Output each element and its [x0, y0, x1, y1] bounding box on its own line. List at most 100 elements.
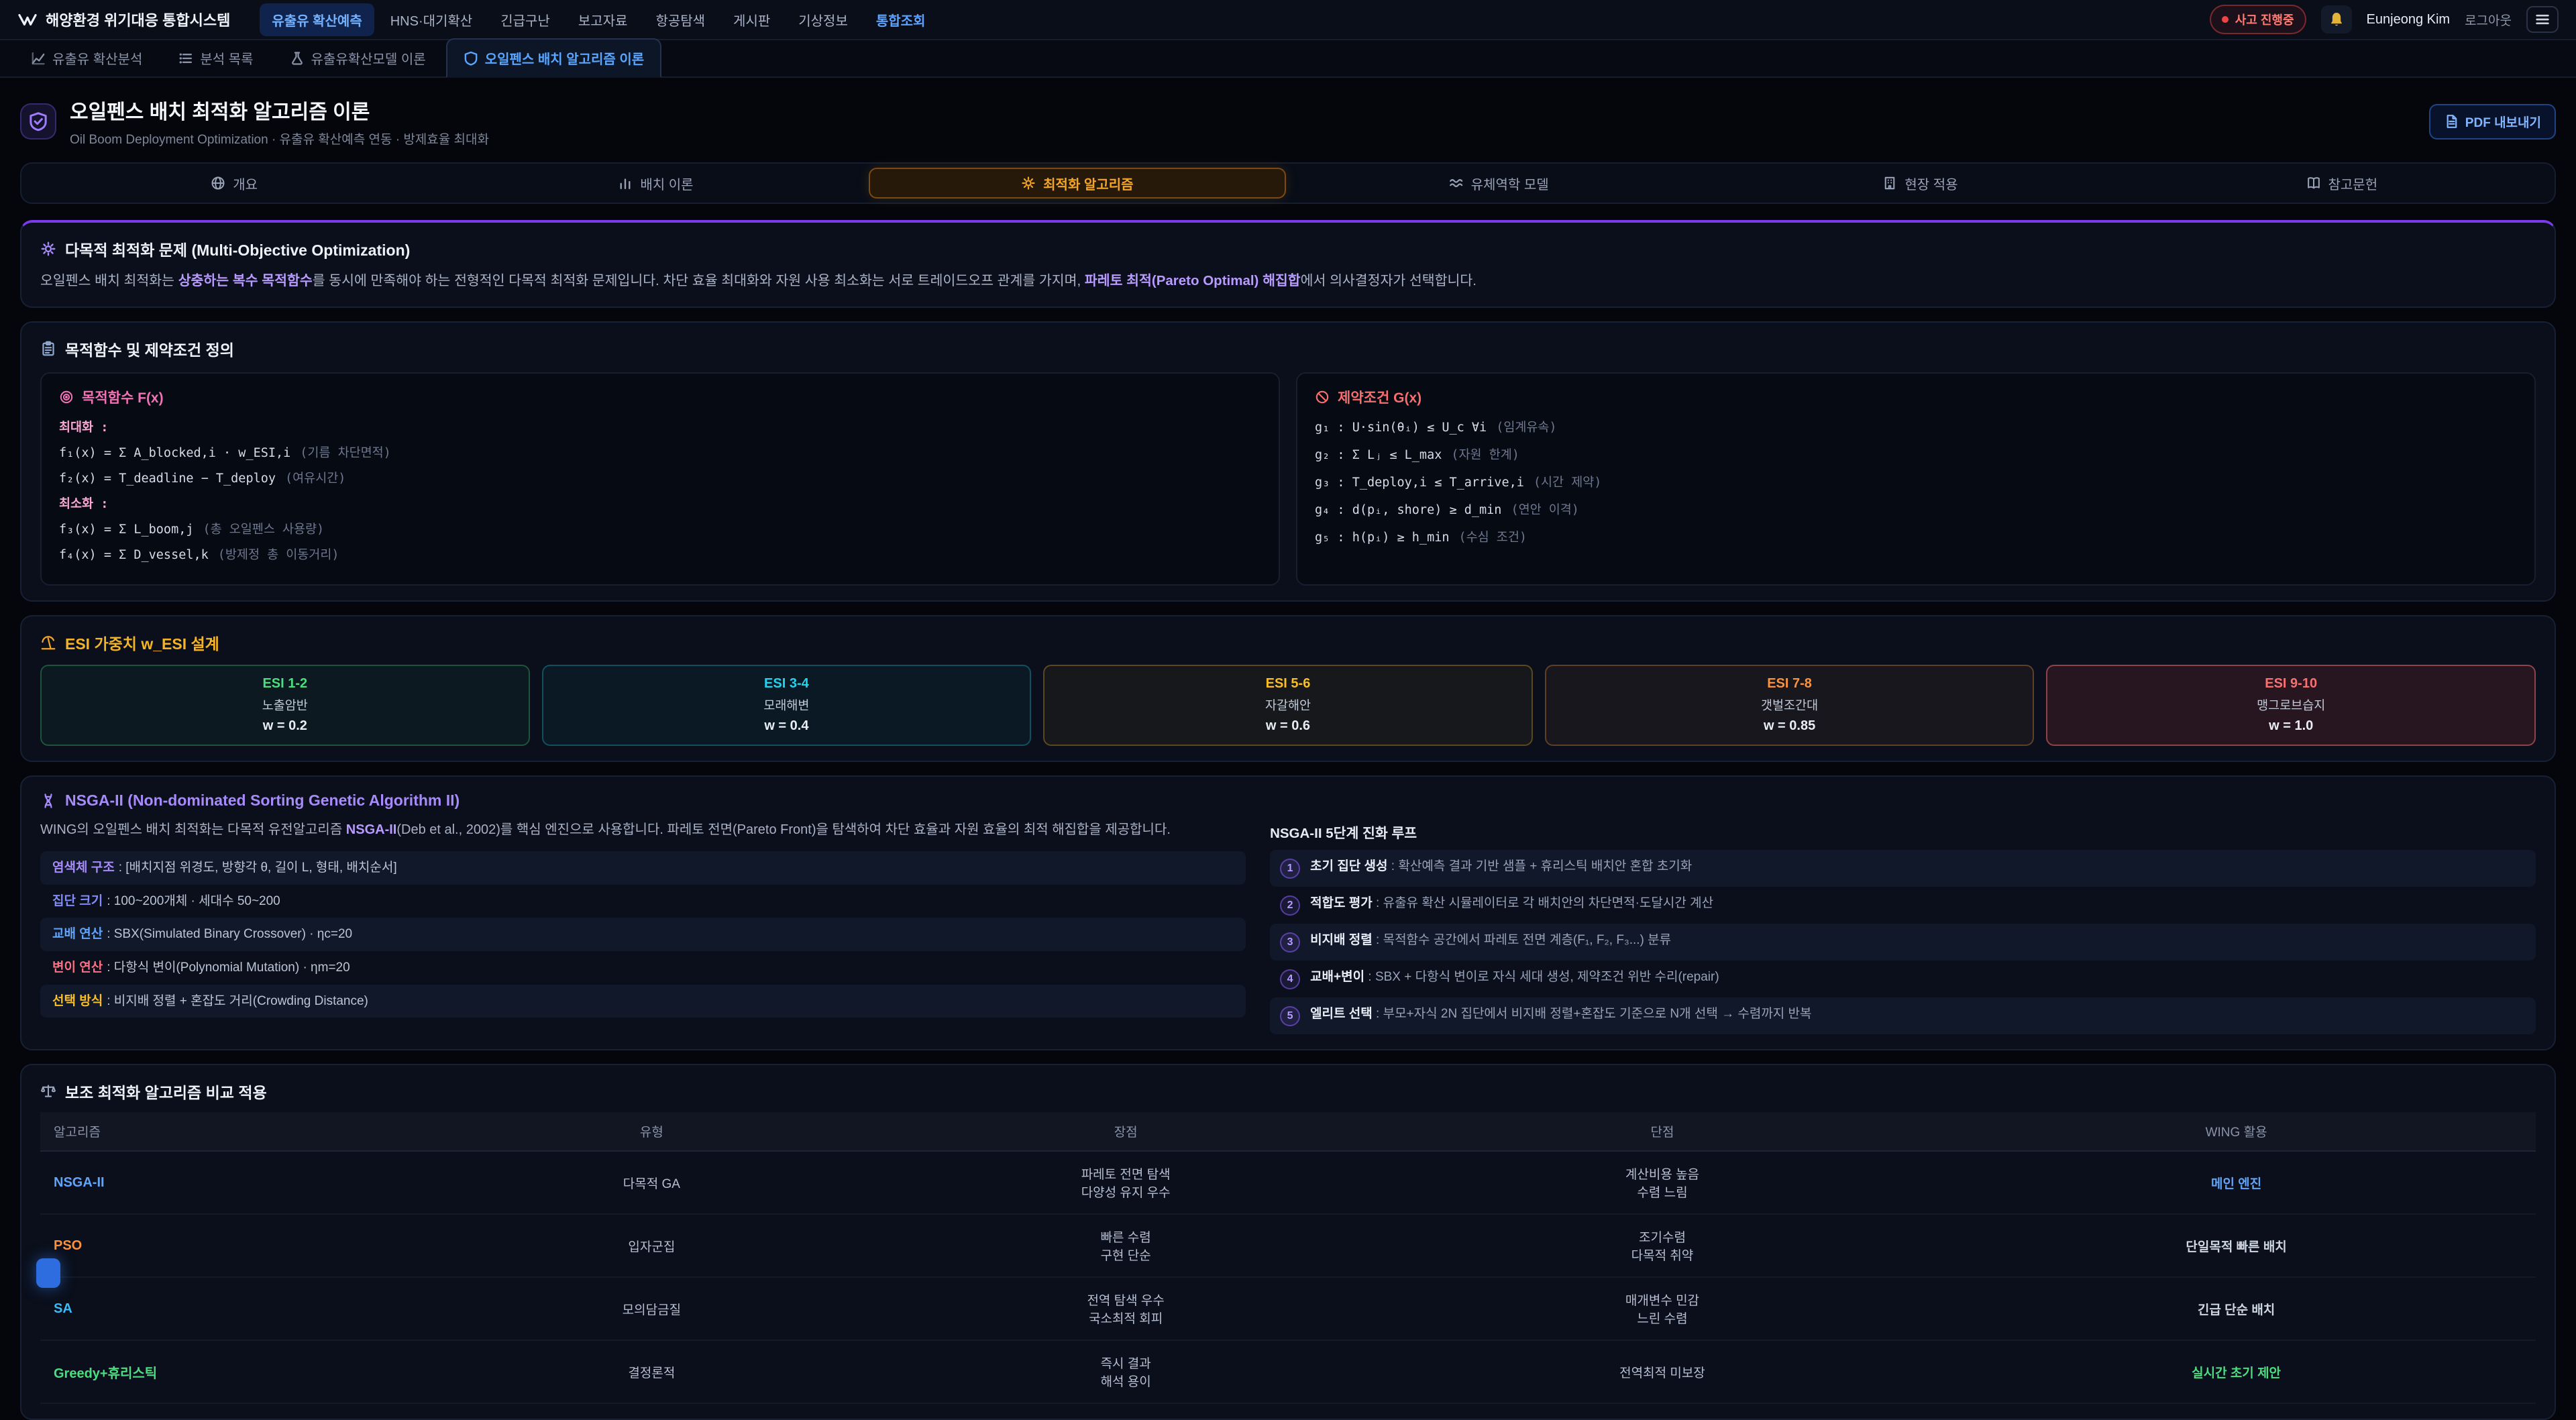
pdf-export-button[interactable]: PDF 내보내기 [2429, 104, 2556, 140]
nav-item-integrated-search[interactable]: 통합조회 [864, 3, 938, 36]
intro-paragraph: 오일펜스 배치 최적화는 상충하는 복수 목적함수를 동시에 만족해야 하는 전… [40, 270, 2536, 292]
nsga-param-row: 선택 방식 : 비지배 정렬 + 혼잡도 거리(Crowding Distanc… [40, 985, 1246, 1018]
user-name: Eunjeong Kim [2367, 12, 2451, 28]
nav-item-board[interactable]: 게시판 [721, 3, 782, 36]
formula-line: f₂(x) = T_deadline − T_deploy(여유시간) [59, 469, 1261, 486]
nav-item-aerial-search[interactable]: 항공탐색 [643, 3, 717, 36]
section-title: 목적함수 및 제약조건 정의 [65, 337, 234, 360]
tab-optimization-algorithm[interactable]: 최적화 알고리즘 [869, 168, 1286, 199]
subtab-boom-algorithm-theory[interactable]: 오일펜스 배치 알고리즘 이론 [446, 38, 661, 78]
bell-icon [2328, 11, 2345, 28]
sub-tab-bar: 유출유 확산분석 분석 목록 유출유확산모델 이론 오일펜스 배치 알고리즘 이… [0, 40, 2576, 78]
formula-line: f₃(x) = Σ L_boom,j(총 오일펜스 사용량) [59, 520, 1261, 537]
table-row[interactable]: NSGA-II 다목적 GA 파레토 전면 탐색 다양성 유지 우수 계산비용 … [40, 1151, 2536, 1214]
esi-weights-section: ESI 가중치 w_ESI 설계 ESI 1-2 노출암반 w = 0.2 ES… [20, 615, 2556, 762]
building-icon [1882, 176, 1897, 190]
section-tabs: 개요 배치 이론 최적화 알고리즘 유체역학 모델 현장 적용 참고문헌 [20, 162, 2556, 204]
constraint-line: g₃ : T_deploy,i ≤ T_arrive,i(시간 제약) [1315, 473, 2517, 490]
nsga-loop-title: NSGA-II 5단계 진화 루프 [1270, 822, 2536, 842]
nsga-step: 3비지배 정렬 : 목적함수 공간에서 파레토 전면 계층(F₁, F₂, F₃… [1270, 924, 2536, 961]
topbar-right: 사고 진행중 Eunjeong Kim 로그아웃 [2210, 5, 2559, 34]
topbar: 해양환경 위기대응 통합시스템 유출유 확산예측 HNS·대기확산 긴급구난 보… [0, 0, 2576, 40]
document-icon [2444, 114, 2459, 129]
algorithm-comparison-section: 보조 최적화 알고리즘 비교 적용 알고리즘 유형 장점 단점 WING 활용 … [20, 1064, 2556, 1420]
main-nav: 유출유 확산예측 HNS·대기확산 긴급구난 보고자료 항공탐색 게시판 기상정… [260, 3, 2209, 36]
hamburger-icon [2534, 13, 2551, 26]
nav-item-hns[interactable]: HNS·대기확산 [378, 3, 485, 36]
alert-dot-icon [2222, 16, 2229, 23]
app-logo[interactable]: 해양환경 위기대응 통합시스템 [17, 9, 230, 30]
notifications-button[interactable] [2321, 5, 2352, 34]
constraint-line: g₅ : h(pᵢ) ≥ h_min(수심 조건) [1315, 528, 2517, 545]
objectives-constraints-section: 목적함수 및 제약조건 정의 목적함수 F(x) 최대화 : f₁(x) = Σ… [20, 321, 2556, 602]
book-icon [2306, 176, 2321, 190]
subtab-diffusion-model-theory[interactable]: 유출유확산모델 이론 [274, 40, 442, 76]
beach-icon [40, 635, 56, 651]
formula-line: f₁(x) = Σ A_blocked,i · w_ESI,i(기름 차단면적) [59, 443, 1261, 461]
nav-item-spill-prediction[interactable]: 유출유 확산예측 [260, 3, 374, 36]
esi-tile-3-4: ESI 3-4 모래해변 w = 0.4 [542, 665, 1032, 746]
nsga-step: 1초기 집단 생성 : 확산예측 결과 기반 샘플 + 휴리스틱 배치안 혼합 … [1270, 850, 2536, 887]
nsga-param-row: 집단 크기 : 100~200개체 · 세대수 50~200 [40, 885, 1246, 918]
flask-icon [290, 51, 305, 66]
app-title: 해양환경 위기대응 통합시스템 [46, 9, 230, 30]
globe-icon [211, 176, 225, 190]
nav-item-weather[interactable]: 기상정보 [786, 3, 860, 36]
esi-tile-5-6: ESI 5-6 자갈해안 w = 0.6 [1043, 665, 1533, 746]
nsga-section: NSGA-II (Non-dominated Sorting Genetic A… [20, 775, 2556, 1050]
constraint-line: g₁ : U·sin(θᵢ) ≤ U_c ∀i(임계유속) [1315, 418, 2517, 435]
subtab-spill-analysis[interactable]: 유출유 확산분석 [15, 40, 158, 76]
page-title: 오일펜스 배치 최적화 알고리즘 이론 [70, 95, 489, 125]
incident-status-badge[interactable]: 사고 진행중 [2210, 5, 2306, 34]
section-title: 다목적 최적화 문제 (Multi-Objective Optimization… [65, 237, 410, 260]
algorithm-comparison-table: 알고리즘 유형 장점 단점 WING 활용 NSGA-II 다목적 GA 파레토… [40, 1112, 2536, 1404]
table-row[interactable]: PSO 입자군집 빠른 수렴 구현 단순 조기수렴 다목적 취약 단일목적 빠른… [40, 1214, 2536, 1277]
table-row[interactable]: SA 모의담금질 전역 탐색 우수 국소최적 회피 매개변수 민감 느린 수렴 … [40, 1277, 2536, 1340]
hamburger-menu-button[interactable] [2526, 6, 2559, 33]
nsga-intro-paragraph: WING의 오일펜스 배치 최적화는 다목적 유전알고리즘 NSGA-II(De… [40, 819, 1246, 840]
gear-icon [1021, 176, 1036, 190]
wing-icon [17, 11, 38, 28]
subtab-analysis-list[interactable]: 분석 목록 [162, 40, 269, 76]
section-title: 보조 최적화 알고리즘 비교 적용 [65, 1080, 267, 1103]
list-icon [178, 51, 193, 66]
minimize-label: 최소화 : [59, 494, 1261, 512]
tab-field-application[interactable]: 현장 적용 [1711, 168, 2129, 199]
chart-line-icon [31, 51, 46, 66]
constraint-line: g₂ : Σ Lⱼ ≤ L_max(자원 한계) [1315, 445, 2517, 463]
dna-icon [40, 793, 56, 809]
esi-tile-7-8: ESI 7-8 갯벌조간대 w = 0.85 [1545, 665, 2035, 746]
bar-chart-icon [618, 176, 633, 190]
nsga-step: 4교배+변이 : SBX + 다항식 변이로 자식 세대 생성, 제약조건 위반… [1270, 961, 2536, 997]
esi-tile-1-2: ESI 1-2 노출암반 w = 0.2 [40, 665, 530, 746]
table-header-row: 알고리즘 유형 장점 단점 WING 활용 [40, 1112, 2536, 1151]
nsga-param-row: 염색체 구조 : [배치지점 위경도, 방향각 θ, 길이 L, 형태, 배치순… [40, 851, 1246, 885]
app-root: 해양환경 위기대응 통합시스템 유출유 확산예측 HNS·대기확산 긴급구난 보… [0, 0, 2576, 1420]
page-subtitle: Oil Boom Deployment Optimization · 유출유 확… [70, 129, 489, 148]
target-icon [59, 390, 74, 404]
shield-icon [464, 51, 478, 66]
nsga-step: 2적합도 평가 : 유출유 확산 시뮬레이터로 각 배치안의 차단면적·도달시간… [1270, 887, 2536, 924]
wave-icon [1449, 176, 1464, 190]
section-title: ESI 가중치 w_ESI 설계 [65, 631, 219, 654]
formula-line: f₄(x) = Σ D_vessel,k(방제정 총 이동거리) [59, 545, 1261, 563]
nav-item-rescue[interactable]: 긴급구난 [488, 3, 562, 36]
logout-button[interactable]: 로그아웃 [2465, 11, 2512, 29]
incident-status-label: 사고 진행중 [2235, 11, 2294, 28]
table-row[interactable]: Greedy+휴리스틱 결정론적 즉시 결과 해석 용이 전역최적 미보장 실시… [40, 1340, 2536, 1403]
nsga-param-row: 교배 연산 : SBX(Simulated Binary Crossover) … [40, 918, 1246, 951]
nav-item-reports[interactable]: 보고자료 [566, 3, 640, 36]
page-shield-icon [20, 103, 56, 140]
nsga-param-row: 변이 연산 : 다항식 변이(Polynomial Mutation) · ηm… [40, 951, 1246, 985]
esi-tile-9-10: ESI 9-10 맹그로브습지 w = 1.0 [2046, 665, 2536, 746]
tab-deployment-theory[interactable]: 배치 이론 [447, 168, 864, 199]
page-header: 오일펜스 배치 최적화 알고리즘 이론 Oil Boom Deployment … [0, 78, 2576, 160]
section-title: NSGA-II (Non-dominated Sorting Genetic A… [65, 791, 460, 810]
scale-icon [40, 1083, 56, 1099]
objective-function-panel: 목적함수 F(x) 최대화 : f₁(x) = Σ A_blocked,i · … [40, 372, 1280, 586]
nsga-step: 5엘리트 선택 : 부모+자식 2N 집단에서 비지배 정렬+혼잡도 기준으로 … [1270, 997, 2536, 1034]
clipboard-icon [40, 341, 56, 357]
tab-hydrodynamics-model[interactable]: 유체역학 모델 [1290, 168, 1707, 199]
tab-overview[interactable]: 개요 [25, 168, 443, 199]
tab-references[interactable]: 참고문헌 [2133, 168, 2551, 199]
